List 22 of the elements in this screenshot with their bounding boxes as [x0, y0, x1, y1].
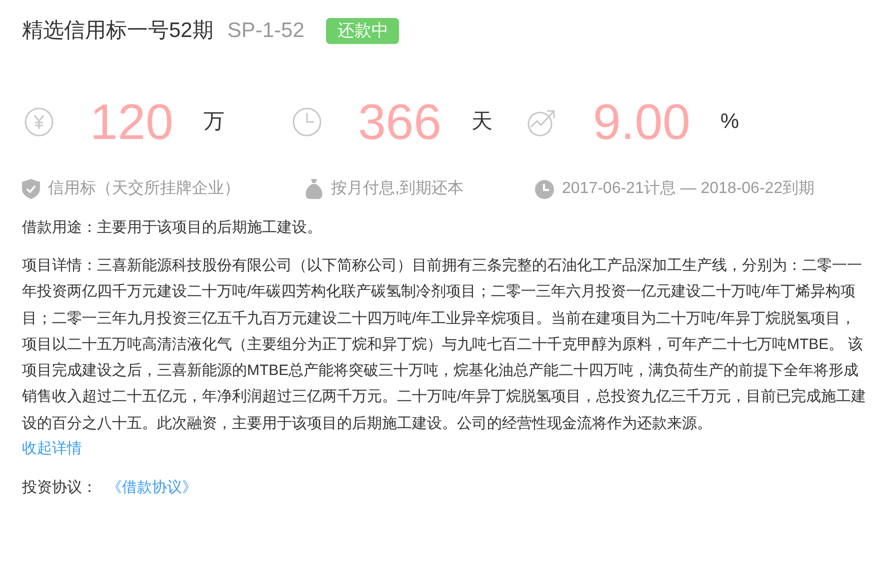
- shield-check-icon: [22, 179, 40, 199]
- money-bag-icon: [305, 179, 323, 199]
- info-text: 2017-06-21计息 — 2018-06-22到期: [562, 178, 815, 199]
- stat-unit: 天: [471, 109, 492, 136]
- agreement-label: 投资协议：: [22, 478, 97, 498]
- loan-agreement-link[interactable]: 《借款协议》: [107, 477, 197, 500]
- info-text: 按月付息,到期还本: [331, 178, 464, 199]
- info-text: 信用标（天交所挂牌企业）: [48, 178, 240, 199]
- stat-value: 366: [358, 93, 442, 152]
- stat-unit: 万: [203, 109, 224, 136]
- stat-value: 9.00: [593, 93, 690, 152]
- status-badge: 还款中: [326, 18, 400, 44]
- loan-purpose: 借款用途：主要用于该项目的后期施工建设。: [22, 218, 323, 238]
- project-details: 项目详情：三喜新能源科技股份有限公司（以下简称公司）目前拥有三条完整的石油化工产品深加工生产线，分别为：二零一一年投资两亿四千万元建设二十万吨/年碳四芳构化联产碳氢制冷剂项目；二零一三年六月投资一亿元建设二十万吨/年丁烯异构项目；二零一三年九月投资三亿五千九百万元建设二十四万吨/年工业异辛烷项目。当前在建项目为二十万吨/年异丁烷脱氢项目，项目以二十五万吨高清洁液化气（主要组分为正丁烷和异丁烷）与九吨七百二十千克甲醇为原料，可年产二十七万吨MTBE。 该项目完成建设之后，三喜新能源的MTBE总产能将突破三十万吨，烷基化油总产能二十四万吨，满负荷生产的前提下全年将形成销售收入超过二十五亿元，年净利润超过三亿两千万元。二十万吨/年异丁烷脱氢项目，总投资九亿三千万元，目前已完成施工建设的百分之八十五。此次融资，主要用于该项目的后期施工建设。公司的经营性现金流将作为还款来源。: [22, 256, 867, 434]
- clock-icon: [292, 107, 322, 137]
- loan-title: 精选信用标一号52期: [22, 18, 214, 44]
- loan-code: SP-1-52: [227, 18, 304, 44]
- stat-value: 120: [90, 93, 174, 152]
- clock-icon: [535, 180, 554, 198]
- collapse-details-link[interactable]: 收起详情: [22, 437, 82, 462]
- yuan-coin-icon: [24, 107, 54, 137]
- stat-unit: %: [720, 109, 740, 136]
